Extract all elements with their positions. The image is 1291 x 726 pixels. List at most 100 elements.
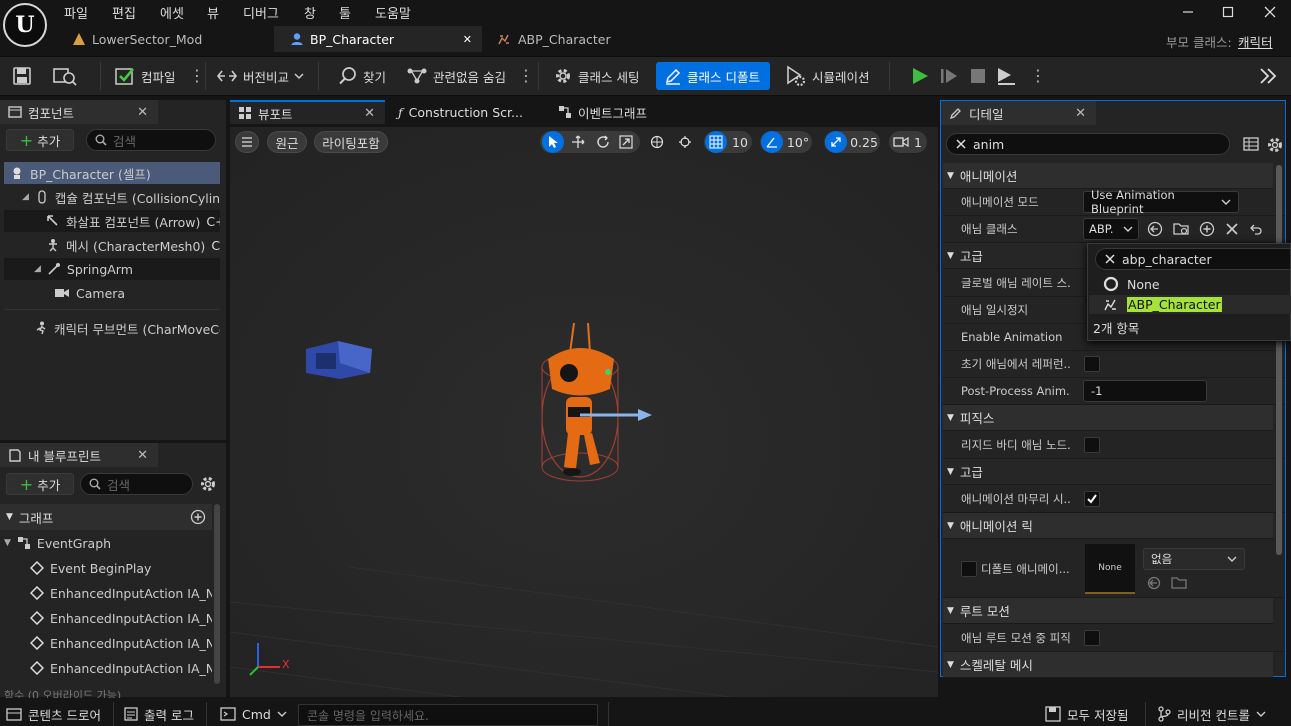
add-graph-icon[interactable]	[190, 509, 206, 525]
category-skeletal-mesh[interactable]: ▼ 스켈레탈 메시	[943, 652, 1273, 678]
tab-viewport[interactable]: 뷰포트 ✕	[230, 100, 385, 124]
menu-window[interactable]: 창	[304, 3, 316, 22]
rigid-body-checkbox[interactable]	[1084, 437, 1100, 453]
scale-snap-icon[interactable]	[825, 131, 847, 153]
browse-icon[interactable]	[52, 62, 78, 90]
clear-search-icon[interactable]	[955, 138, 967, 150]
ref-pose-checkbox[interactable]	[1084, 356, 1100, 372]
tab-abp-character[interactable]: ABP_Character	[480, 26, 680, 52]
component-item-springarm[interactable]: ◢ SpringArm	[4, 258, 220, 280]
clear-icon[interactable]	[1225, 222, 1239, 236]
menu-debug[interactable]: 디버그	[243, 3, 279, 22]
rotate-icon[interactable]	[592, 131, 614, 153]
clear-search-icon[interactable]	[1104, 253, 1116, 265]
event-item[interactable]: Event BeginPlay	[30, 557, 212, 579]
browse-folder-icon[interactable]	[1171, 576, 1187, 590]
event-item[interactable]: EnhancedInputAction IA_NB	[30, 582, 212, 604]
tab-construction-script[interactable]: ƒ Construction Scr...	[390, 100, 540, 124]
browse-folder-icon[interactable]	[1173, 221, 1189, 237]
select-mode-icon[interactable]	[542, 131, 564, 153]
post-process-input[interactable]: -1	[1083, 380, 1207, 402]
component-item-self[interactable]: BP_Character (셀프)	[4, 162, 220, 184]
category-animation[interactable]: ▼ 애니메이션	[943, 163, 1273, 189]
add-circle-icon[interactable]	[1199, 221, 1215, 237]
find-options-icon[interactable]: ⋮	[518, 62, 534, 90]
viewport-options-menu[interactable]	[235, 131, 259, 153]
event-item[interactable]: EnhancedInputAction IA_NB	[30, 632, 212, 654]
maximize-icon[interactable]	[1208, 0, 1248, 24]
grid-snap-icon[interactable]	[705, 131, 727, 153]
my-blueprint-tab[interactable]: 내 블루프린트 ✕	[0, 443, 158, 467]
scale-snap-value[interactable]: 0.25	[849, 131, 879, 153]
save-all-button[interactable]: 모두 저장됨	[1045, 702, 1128, 726]
hide-unrelated-button[interactable]: 관련없음 숨김	[406, 62, 506, 90]
menu-edit[interactable]: 편집	[112, 3, 136, 22]
step-icon[interactable]	[939, 62, 959, 90]
menu-help[interactable]: 도움말	[375, 3, 411, 22]
category-advanced-2[interactable]: ▼ 고급	[943, 459, 1273, 485]
eject-icon[interactable]	[995, 62, 1017, 90]
use-selected-icon[interactable]	[1147, 576, 1161, 590]
dropdown-search-input[interactable]: abp_character	[1095, 248, 1291, 270]
diff-button[interactable]: 버전비교	[216, 62, 304, 90]
components-search-input[interactable]: 검색	[86, 129, 216, 151]
expand-toolbar-icon[interactable]	[1258, 62, 1278, 90]
tab-bp-character[interactable]: BP_Character ✕	[274, 26, 482, 52]
component-item-camera[interactable]: Camera	[4, 282, 220, 304]
unreal-logo-icon[interactable]: U	[3, 3, 47, 47]
category-root-motion[interactable]: ▼ 루트 모션	[943, 598, 1273, 624]
cmd-dropdown[interactable]: Cmd	[220, 702, 287, 726]
close-icon[interactable]: ✕	[137, 105, 148, 120]
component-item-capsule[interactable]: ◢ 캡슐 컴포넌트 (CollisionCylinder)	[4, 186, 220, 208]
add-component-button[interactable]: + 추가	[6, 129, 74, 151]
close-window-icon[interactable]	[1250, 0, 1290, 24]
class-settings-button[interactable]: 클래스 세팅	[553, 62, 639, 90]
close-icon[interactable]: ✕	[1075, 106, 1086, 121]
component-item-mesh[interactable]: 메시 (CharacterMesh0) C+	[4, 234, 220, 256]
components-tab[interactable]: 컴포넌트 ✕	[0, 100, 158, 124]
add-member-button[interactable]: + 추가	[6, 473, 74, 495]
content-drawer-button[interactable]: 콘텐츠 드로어	[6, 702, 101, 726]
compile-options-icon[interactable]: ⋮	[189, 62, 205, 90]
my-blueprint-search-input[interactable]: 검색	[80, 473, 193, 495]
world-local-icon[interactable]	[646, 131, 668, 153]
menu-file[interactable]: 파일	[64, 3, 88, 22]
details-search-input[interactable]: anim	[946, 133, 1230, 155]
gear-icon[interactable]	[1266, 136, 1284, 154]
camera-speed-icon[interactable]	[891, 131, 911, 153]
component-item-arrow[interactable]: 화살표 컴포넌트 (Arrow) C+	[4, 210, 220, 232]
scale-icon[interactable]	[615, 131, 637, 153]
menu-asset[interactable]: 에셋	[160, 3, 184, 22]
close-icon[interactable]: ✕	[364, 106, 375, 121]
play-options-icon[interactable]: ⋮	[1030, 62, 1046, 90]
surface-snap-icon[interactable]	[674, 131, 696, 153]
rotate-snap-icon[interactable]	[761, 131, 783, 153]
simulation-button[interactable]: 시뮬레이션	[785, 62, 870, 90]
gear-icon[interactable]	[199, 475, 217, 493]
category-anim-rig[interactable]: ▼ 애니메이션 릭	[943, 513, 1273, 539]
tab-lowersector[interactable]: LowerSector_Mod	[56, 26, 272, 52]
animation-mode-combo[interactable]: Use Animation Blueprint	[1083, 188, 1239, 216]
minimize-icon[interactable]	[1168, 0, 1208, 24]
output-log-button[interactable]: 출력 로그	[124, 702, 194, 726]
anim-finish-checkbox[interactable]	[1084, 491, 1100, 507]
grid-snap-value[interactable]: 10	[730, 131, 750, 153]
save-icon[interactable]	[12, 62, 32, 90]
details-tab[interactable]: 디테일 ✕	[941, 101, 1096, 125]
event-item[interactable]: EnhancedInputAction IA_NB	[30, 607, 212, 629]
play-icon[interactable]	[910, 62, 930, 90]
viewport-canvas[interactable]: X 원근 라이팅포함 10 10° 0.25 1	[230, 127, 938, 697]
dropdown-option-none[interactable]: None	[1103, 274, 1160, 294]
close-icon[interactable]: ✕	[137, 448, 148, 463]
reset-icon[interactable]	[1249, 222, 1263, 236]
asset-thumbnail[interactable]: None	[1085, 543, 1135, 594]
category-physics[interactable]: ▼ 피직스	[943, 405, 1273, 431]
graph-item-eventgraph[interactable]: ▼ EventGraph	[4, 532, 212, 554]
menu-view[interactable]: 뷰	[207, 3, 219, 22]
tab-close-icon[interactable]: ✕	[463, 33, 472, 46]
console-input[interactable]: 콘솔 명령을 입력하세요.	[298, 704, 598, 726]
perspective-button[interactable]: 원근	[267, 131, 307, 153]
default-anim-checkbox[interactable]	[961, 560, 977, 577]
lighting-button[interactable]: 라이팅포함	[314, 131, 388, 153]
rig-combo[interactable]: 없음	[1143, 547, 1245, 570]
